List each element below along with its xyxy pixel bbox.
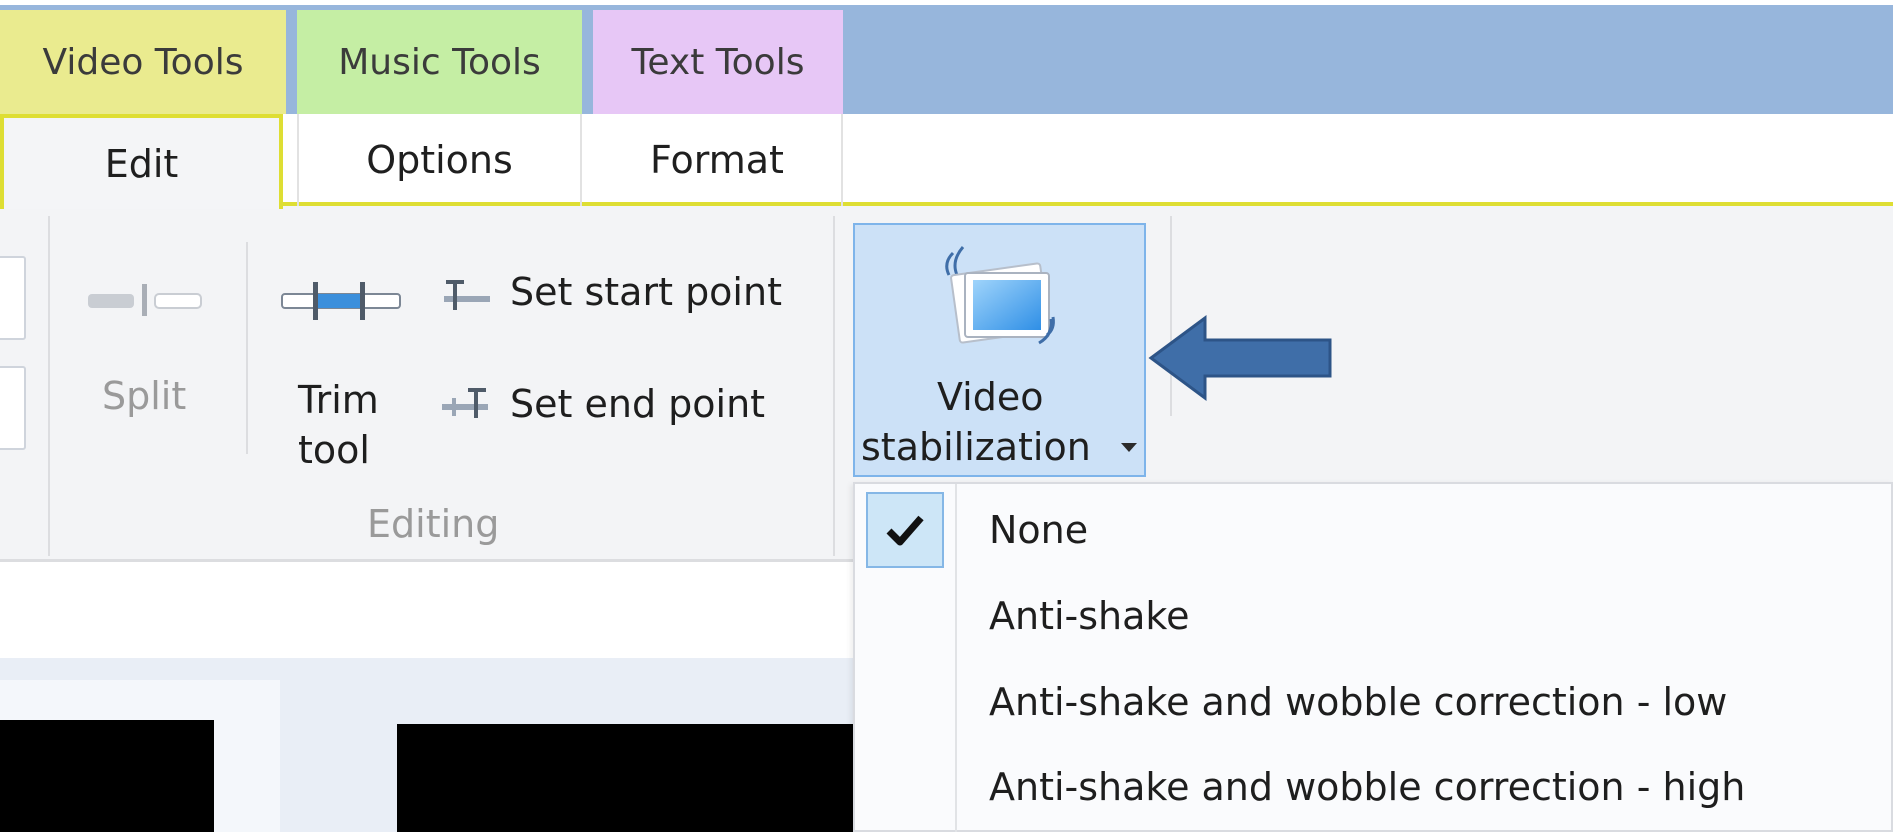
tab-edit-label: Edit — [104, 141, 179, 186]
trim-label-line2: tool — [298, 428, 370, 472]
video-preview-thumbnail[interactable] — [0, 720, 214, 832]
tab-format-label: Format — [650, 138, 784, 182]
split-label: Split — [102, 374, 187, 418]
tab-format[interactable]: Format — [593, 114, 843, 206]
music-tools-label: Music Tools — [338, 41, 541, 83]
clipped-control-top[interactable] — [0, 256, 26, 340]
set-end-point-label: Set end point — [510, 382, 766, 426]
group-separator-left — [48, 216, 50, 556]
contextual-tab-video-tools[interactable]: Video Tools — [0, 10, 286, 114]
set-start-point-icon — [444, 280, 490, 310]
checkmark-icon — [886, 515, 924, 546]
trim-tool-button[interactable]: Trim tool — [278, 276, 418, 476]
menu-item-anti-shake-label: Anti-shake — [989, 594, 1190, 638]
editing-group-label: Editing — [367, 502, 500, 546]
menu-item-none-label: None — [989, 508, 1089, 552]
video-stabilization-label-line1: Video — [937, 375, 1044, 419]
set-start-point-label: Set start point — [510, 270, 782, 314]
video-stabilization-icon — [945, 246, 1055, 345]
tab-edit[interactable]: Edit — [0, 114, 283, 209]
video-tools-label: Video Tools — [42, 41, 244, 83]
set-start-point-button[interactable]: Set start point — [438, 270, 808, 326]
video-stabilization-button[interactable]: Video stabilization — [853, 223, 1146, 477]
split-button[interactable]: Split — [82, 278, 212, 418]
group-separator-editing — [833, 216, 835, 556]
storyboard-clip-thumbnail[interactable] — [397, 724, 857, 832]
tab-options[interactable]: Options — [297, 114, 582, 206]
set-end-point-icon — [442, 388, 488, 418]
trim-label-line1: Trim — [298, 378, 379, 422]
dropdown-triangle-icon — [1121, 443, 1137, 452]
split-icon — [88, 284, 202, 316]
contextual-tab-music-tools[interactable]: Music Tools — [297, 10, 582, 114]
split-trim-separator — [246, 242, 248, 454]
trim-tool-icon — [281, 282, 401, 320]
tab-options-label: Options — [366, 138, 513, 182]
ribbon-tabs-row — [0, 114, 1893, 206]
left-arrow-annotation-icon — [1148, 315, 1332, 401]
set-end-point-button[interactable]: Set end point — [438, 382, 808, 438]
menu-item-none[interactable]: None — [989, 495, 1088, 565]
text-tools-label: Text Tools — [631, 41, 805, 83]
clipped-control-bottom[interactable] — [0, 366, 26, 450]
contextual-tab-text-tools[interactable]: Text Tools — [593, 10, 843, 114]
menu-item-check-box — [866, 492, 944, 568]
menu-item-wobble-low-label: Anti-shake and wobble correction - low — [989, 680, 1728, 724]
menu-icon-gutter — [955, 484, 957, 832]
video-stabilization-label-line2: stabilization — [861, 425, 1091, 469]
menu-item-wobble-high[interactable]: Anti-shake and wobble correction - high — [989, 752, 1745, 822]
menu-item-wobble-low[interactable]: Anti-shake and wobble correction - low — [989, 667, 1727, 737]
menu-item-anti-shake[interactable]: Anti-shake — [989, 581, 1189, 651]
menu-item-wobble-high-label: Anti-shake and wobble correction - high — [989, 765, 1746, 809]
